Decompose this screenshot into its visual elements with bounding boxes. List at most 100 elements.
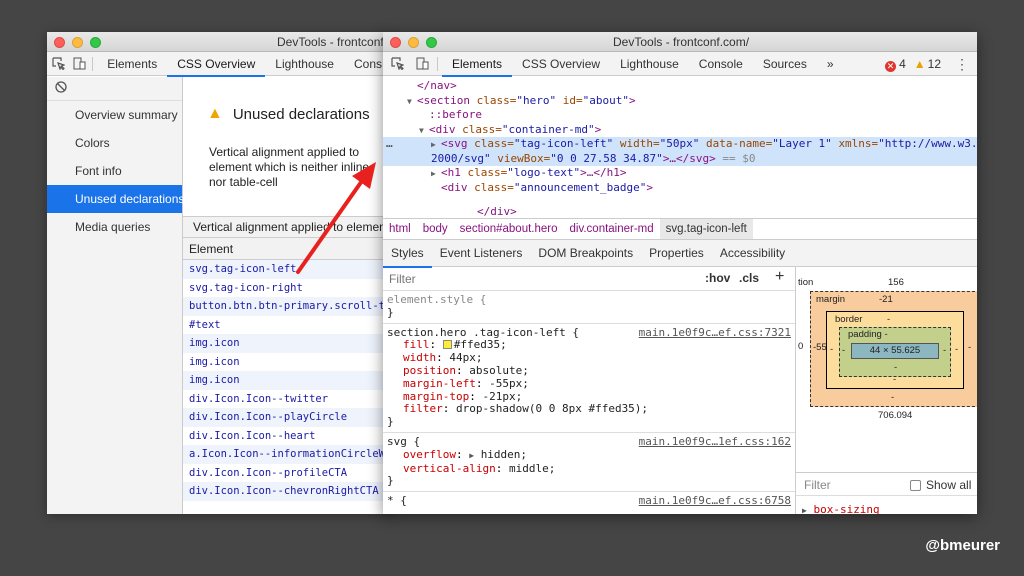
- margin-top-value[interactable]: -21: [879, 294, 893, 305]
- breadcrumb-body[interactable]: body: [417, 219, 454, 239]
- color-swatch[interactable]: [442, 340, 452, 350]
- tab-sources[interactable]: Sources: [753, 52, 817, 76]
- tab-event-listeners[interactable]: Event Listeners: [432, 240, 531, 267]
- border-top-value[interactable]: -: [887, 314, 890, 325]
- node-menu-icon[interactable]: …: [386, 137, 393, 152]
- css-property[interactable]: overflow: ▶ hidden;: [387, 448, 791, 463]
- show-all-toggle[interactable]: Show all: [910, 478, 971, 492]
- source-link[interactable]: main.1e0f9c…ef.css:7321: [639, 326, 791, 340]
- breadcrumb-section[interactable]: section#about.hero: [454, 219, 564, 239]
- expand-triangle-icon[interactable]: ▶: [431, 167, 441, 182]
- dom-node[interactable]: ▶ <h1 class="logo-text">…</h1>: [383, 166, 977, 181]
- tab-css-overview[interactable]: CSS Overview: [167, 52, 266, 77]
- dom-node[interactable]: ::before: [383, 108, 977, 123]
- table-row[interactable]: div.Icon.Icon--chevronRightCTA: [183, 482, 392, 501]
- styles-filter-input[interactable]: [385, 270, 693, 288]
- position-left-value[interactable]: 0: [798, 341, 803, 352]
- toolbar-divider: [437, 56, 438, 71]
- table-row[interactable]: div.Icon.Icon--heart: [183, 427, 392, 446]
- table-row[interactable]: button.btn.btn-primary.scroll-to: [183, 297, 392, 316]
- hover-state-toggle[interactable]: :hov: [705, 271, 730, 285]
- source-link[interactable]: main.1e0f9c…1ef.css:162: [639, 435, 791, 449]
- tab-dom-breakpoints[interactable]: DOM Breakpoints: [530, 240, 641, 267]
- table-row[interactable]: div.Icon.Icon--twitter: [183, 390, 392, 409]
- table-row[interactable]: div.Icon.Icon--profileCTA: [183, 464, 392, 483]
- padding-left-value[interactable]: -: [842, 345, 845, 356]
- margin-bottom-value[interactable]: -: [891, 392, 894, 403]
- colon: :: [469, 389, 483, 403]
- position-bottom-value[interactable]: 706.094: [878, 410, 912, 421]
- table-row[interactable]: svg.tag-icon-left: [183, 260, 392, 279]
- inspect-element-icon[interactable]: [383, 52, 411, 76]
- expand-triangle-icon[interactable]: ▶: [802, 506, 807, 514]
- breadcrumb-html[interactable]: html: [383, 219, 417, 239]
- show-all-label: Show all: [926, 478, 972, 492]
- padding-right-value[interactable]: -: [943, 345, 946, 356]
- sidebar-item-overview-summary[interactable]: Overview summary: [47, 101, 182, 129]
- tab-lighthouse[interactable]: Lighthouse: [610, 52, 689, 76]
- class-toggle[interactable]: .cls: [739, 271, 759, 285]
- zoom-window-button[interactable]: [426, 37, 437, 48]
- dom-node[interactable]: </nav>: [383, 79, 977, 94]
- css-property[interactable]: vertical-align: middle;: [387, 462, 791, 476]
- more-tabs-button[interactable]: »: [817, 52, 844, 76]
- border-right-value[interactable]: -: [955, 344, 958, 355]
- tab-css-overview[interactable]: CSS Overview: [512, 52, 610, 76]
- error-counter[interactable]: ✕ 4: [885, 57, 906, 72]
- expand-triangle-icon[interactable]: ▶: [469, 451, 474, 460]
- warning-counter[interactable]: ▲ 12: [914, 57, 941, 71]
- box-model-content[interactable]: 44 × 55.625: [851, 343, 939, 359]
- close-window-button[interactable]: [390, 37, 401, 48]
- breadcrumb-div[interactable]: div.container-md: [564, 219, 660, 239]
- inspect-element-icon[interactable]: [47, 52, 70, 76]
- source-link[interactable]: main.1e0f9c…ef.css:6758: [639, 494, 791, 508]
- expand-triangle-icon[interactable]: ▶: [431, 138, 441, 153]
- more-options-icon[interactable]: ⋮: [955, 56, 969, 73]
- computed-filter-input[interactable]: Filter: [804, 478, 831, 492]
- border-left-value[interactable]: -: [830, 344, 833, 355]
- table-row[interactable]: #text: [183, 316, 392, 335]
- expand-triangle-icon[interactable]: ▼: [407, 95, 417, 110]
- tab-console[interactable]: Console: [689, 52, 753, 76]
- dom-node[interactable]: </div>: [383, 205, 977, 218]
- tab-elements[interactable]: Elements: [97, 52, 167, 76]
- padding-bottom-value[interactable]: -: [894, 362, 897, 373]
- dom-node[interactable]: ▼ <section class="hero" id="about">: [383, 94, 977, 109]
- device-toolbar-icon[interactable]: [411, 52, 433, 76]
- tab-accessibility[interactable]: Accessibility: [712, 240, 793, 267]
- tab-elements[interactable]: Elements: [442, 52, 513, 77]
- minimize-window-button[interactable]: [408, 37, 419, 48]
- show-all-checkbox[interactable]: [910, 479, 921, 491]
- expand-triangle-icon[interactable]: ▼: [419, 124, 429, 139]
- close-window-button[interactable]: [54, 37, 65, 48]
- new-rule-button[interactable]: +: [775, 268, 784, 286]
- zoom-window-button[interactable]: [90, 37, 101, 48]
- clear-overview-icon[interactable]: [55, 81, 67, 96]
- dom-node-selected[interactable]: … ▶ <svg class="tag-icon-left" width="50px…: [383, 137, 977, 152]
- sidebar-item-media-queries[interactable]: Media queries: [47, 213, 182, 241]
- sidebar-item-unused-declarations[interactable]: Unused declarations: [47, 185, 184, 213]
- tab-properties[interactable]: Properties: [641, 240, 712, 267]
- tab-lighthouse[interactable]: Lighthouse: [265, 52, 344, 76]
- dom-node-selected-wrap[interactable]: 2000/svg" viewBox="0 0 27.58 34.87">…</s…: [383, 151, 977, 166]
- table-row[interactable]: div.Icon.Icon--playCircle: [183, 408, 392, 427]
- table-row[interactable]: img.icon: [183, 353, 392, 372]
- table-row[interactable]: img.icon: [183, 334, 392, 353]
- breadcrumb-svg[interactable]: svg.tag-icon-left: [659, 219, 753, 239]
- margin-right-value[interactable]: -: [968, 342, 971, 353]
- position-top-value[interactable]: 156: [888, 277, 904, 288]
- device-toolbar-icon[interactable]: [70, 52, 88, 76]
- table-row[interactable]: a.Icon.Icon--informationCircleWhi: [183, 445, 392, 464]
- tab-styles[interactable]: Styles: [383, 240, 432, 268]
- dom-node[interactable]: ▼ <div class="container-md">: [383, 123, 977, 138]
- computed-property[interactable]: ▶ box-sizing: [802, 503, 880, 514]
- margin-left-value[interactable]: -55: [813, 342, 827, 353]
- dom-node[interactable]: <div class="announcement_badge">: [383, 181, 977, 196]
- element-column-header[interactable]: Element: [183, 238, 392, 260]
- minimize-window-button[interactable]: [72, 37, 83, 48]
- sidebar-item-colors[interactable]: Colors: [47, 129, 182, 157]
- sidebar-item-font-info[interactable]: Font info: [47, 157, 182, 185]
- css-property[interactable]: filter: drop-shadow(0 0 8px #ffed35);: [387, 402, 791, 416]
- table-row[interactable]: svg.tag-icon-right: [183, 279, 392, 298]
- table-row[interactable]: img.icon: [183, 371, 392, 390]
